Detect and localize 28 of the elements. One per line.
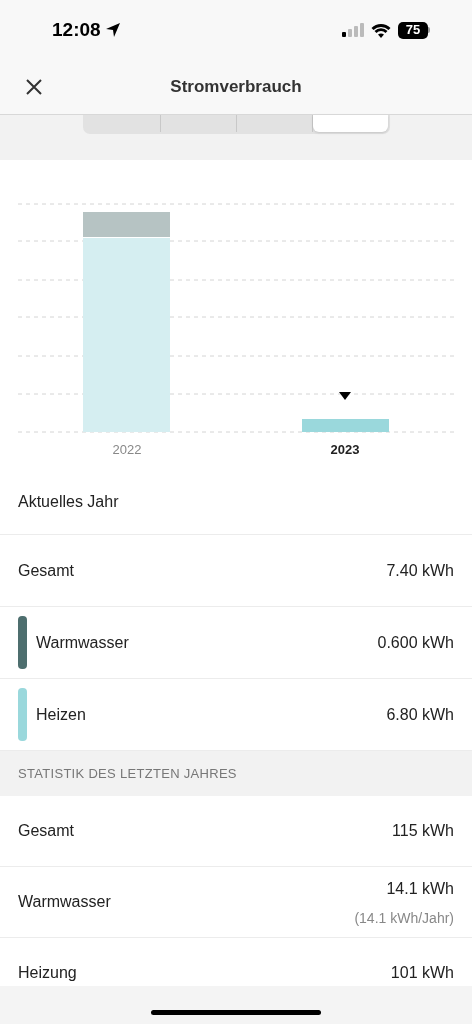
- row-value: 7.40 kWh: [386, 560, 454, 581]
- row-label: Gesamt: [18, 560, 74, 581]
- row-value: 14.1 kWh: [386, 879, 454, 899]
- section-header: STATISTIK DES LETZTEN JAHRES: [18, 764, 237, 783]
- row-label: Heizung: [18, 963, 78, 983]
- row-value: 101 kWh: [390, 963, 454, 983]
- section-title: Aktuelles Jahr: [18, 492, 119, 512]
- location-arrow-icon: [104, 22, 121, 38]
- status-time: 12:08: [52, 17, 101, 42]
- screen-title: Stromverbrauch: [170, 76, 302, 99]
- row-subvalue: (14.1 kWh/Jahr): [354, 909, 454, 928]
- segment-tab[interactable]: [312, 115, 388, 132]
- close-icon: [26, 79, 42, 95]
- row-label: Warmwasser: [36, 632, 129, 653]
- bar[interactable]: [302, 419, 389, 432]
- row-value: 0.600 kWh: [377, 632, 454, 653]
- signal-icon: [342, 23, 364, 37]
- row-value: 6.80 kWh: [386, 704, 454, 725]
- bar[interactable]: [83, 212, 170, 432]
- axis-label: 2022: [112, 441, 142, 459]
- home-indicator[interactable]: [151, 1010, 321, 1015]
- row-label: Gesamt: [18, 821, 75, 841]
- wifi-icon: [371, 22, 391, 38]
- axis-label: 2023: [330, 441, 360, 459]
- row-value: 115 kWh: [392, 821, 454, 841]
- row-label: Heizen: [36, 704, 86, 725]
- row-label: Warmwasser: [18, 892, 112, 912]
- battery-indicator: 75: [398, 21, 428, 39]
